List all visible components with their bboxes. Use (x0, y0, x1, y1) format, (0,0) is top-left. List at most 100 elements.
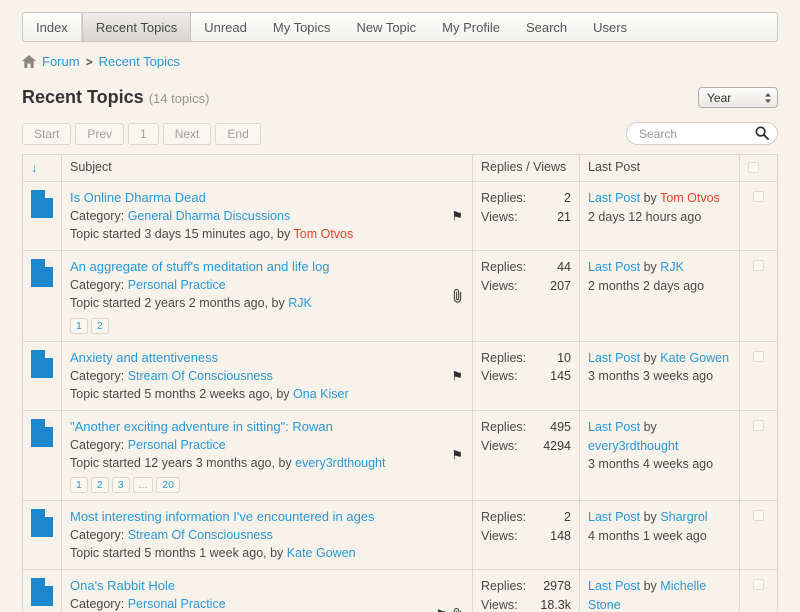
column-header-subject: Subject (62, 155, 473, 182)
pagination-end-button[interactable]: End (215, 123, 260, 145)
last-post-link[interactable]: Last Post (588, 579, 640, 593)
last-post-author-link[interactable]: every3rdthought (588, 439, 678, 453)
pagination-prev-button[interactable]: Prev (75, 123, 124, 145)
category-link[interactable]: Stream Of Consciousness (128, 528, 273, 542)
topic-page-icon (31, 350, 53, 383)
category-link[interactable]: Personal Practice (128, 438, 226, 452)
nav-tab-index[interactable]: Index (23, 13, 82, 41)
last-post-link[interactable]: Last Post (588, 260, 640, 274)
topic-select-checkbox[interactable] (753, 191, 764, 202)
breadcrumb-separator: > (86, 55, 93, 69)
topic-select-checkbox[interactable] (753, 351, 764, 362)
category-link[interactable]: Personal Practice (128, 597, 226, 611)
year-filter-select[interactable]: Year (698, 87, 778, 108)
nav-tab-new-topic[interactable]: New Topic (343, 13, 429, 41)
topic-row: An aggregate of stuff's meditation and l… (23, 251, 778, 341)
topic-select-checkbox[interactable] (753, 579, 764, 590)
replies-count: 10 (557, 349, 571, 368)
last-post-time: 4 months 1 week ago (588, 527, 731, 546)
topics-table: ↓ Subject Replies / Views Last Post Is O… (22, 154, 778, 612)
replies-count: 44 (557, 258, 571, 277)
flag-icon: ⚑ (451, 369, 463, 382)
column-header-last-post: Last Post (580, 155, 740, 182)
breadcrumb-current-link[interactable]: Recent Topics (99, 54, 180, 69)
topic-page-button[interactable]: 1 (70, 318, 88, 334)
topic-title-link[interactable]: "Another exciting adventure in sitting":… (70, 419, 333, 434)
table-header-row: ↓ Subject Replies / Views Last Post (23, 155, 778, 182)
search-button[interactable] (755, 126, 769, 143)
column-header-replies-views: Replies / Views (473, 155, 580, 182)
topic-title-link[interactable]: An aggregate of stuff's meditation and l… (70, 259, 330, 274)
nav-tab-recent-topics[interactable]: Recent Topics (82, 13, 191, 41)
topic-page-button[interactable]: 2 (91, 318, 109, 334)
nav-tab-search[interactable]: Search (513, 13, 580, 41)
sort-direction-icon[interactable]: ↓ (31, 160, 38, 175)
views-count: 18.3k (540, 596, 571, 612)
topic-title-link[interactable]: Is Online Dharma Dead (70, 190, 206, 205)
nav-tab-my-topics[interactable]: My Topics (260, 13, 344, 41)
pagination-start-button[interactable]: Start (22, 123, 71, 145)
page-title: Recent Topics (22, 87, 144, 107)
top-nav: Index Recent Topics Unread My Topics New… (22, 12, 778, 42)
replies-count: 2978 (543, 577, 571, 596)
topic-row: Most interesting information I've encoun… (23, 501, 778, 570)
last-post-link[interactable]: Last Post (588, 420, 640, 434)
topic-page-button[interactable]: 3 (112, 477, 130, 493)
select-all-checkbox[interactable] (748, 162, 759, 173)
last-post-time: 3 months 3 weeks ago (588, 367, 731, 386)
search-box (626, 122, 778, 145)
topic-pager: 1 2 3 ... 20 (70, 477, 432, 493)
topic-title-link[interactable]: Most interesting information I've encoun… (70, 509, 375, 524)
topic-row: Is Online Dharma Dead Category: General … (23, 182, 778, 251)
topic-author-link[interactable]: Tom Otvos (294, 227, 354, 241)
topic-title-link[interactable]: Anxiety and attentiveness (70, 350, 218, 365)
pagination-next-button[interactable]: Next (163, 123, 212, 145)
topic-page-ellipsis: ... (133, 477, 154, 493)
topic-page-button[interactable]: 1 (70, 477, 88, 493)
topic-select-checkbox[interactable] (753, 260, 764, 271)
last-post-time: 2 days 12 hours ago (588, 208, 731, 227)
home-icon[interactable] (22, 55, 36, 68)
topic-page-button[interactable]: 2 (91, 477, 109, 493)
attachment-icon (452, 607, 463, 612)
replies-count: 2 (564, 508, 571, 527)
topic-author-link[interactable]: every3rdthought (295, 456, 385, 470)
nav-tab-my-profile[interactable]: My Profile (429, 13, 513, 41)
replies-count: 495 (550, 418, 571, 437)
topic-title-link[interactable]: Ona's Rabbit Hole (70, 578, 175, 593)
category-link[interactable]: Personal Practice (128, 278, 226, 292)
select-arrows-icon (764, 92, 772, 104)
topic-row: "Another exciting adventure in sitting":… (23, 410, 778, 500)
last-post-author-link[interactable]: Shargrol (660, 510, 707, 524)
page-title-group: Recent Topics(14 topics) (22, 87, 209, 108)
topic-select-checkbox[interactable] (753, 510, 764, 521)
topic-page-icon (31, 419, 53, 452)
replies-count: 2 (564, 189, 571, 208)
last-post-link[interactable]: Last Post (588, 510, 640, 524)
year-filter-value: Year (707, 91, 731, 105)
category-link[interactable]: Stream Of Consciousness (128, 369, 273, 383)
nav-tab-users[interactable]: Users (580, 13, 640, 41)
views-count: 207 (550, 277, 571, 296)
search-icon (755, 126, 769, 140)
views-count: 148 (550, 527, 571, 546)
nav-tab-unread[interactable]: Unread (191, 13, 260, 41)
topic-select-checkbox[interactable] (753, 420, 764, 431)
pagination: Start Prev 1 Next End (22, 123, 261, 145)
topic-author-link[interactable]: Ona Kiser (293, 387, 349, 401)
topic-author-link[interactable]: RJK (288, 296, 312, 310)
topic-author-link[interactable]: Kate Gowen (287, 546, 356, 560)
last-post-time: 2 months 2 days ago (588, 277, 731, 296)
last-post-link[interactable]: Last Post (588, 191, 640, 205)
last-post-author-link[interactable]: Tom Otvos (660, 191, 720, 205)
topic-page-button[interactable]: 20 (156, 477, 180, 493)
flag-icon: ⚑ (435, 608, 447, 612)
last-post-author-link[interactable]: RJK (660, 260, 684, 274)
breadcrumb-forum-link[interactable]: Forum (42, 54, 80, 69)
topic-page-icon (31, 259, 53, 292)
pagination-page-1-button[interactable]: 1 (128, 123, 159, 145)
last-post-author-link[interactable]: Kate Gowen (660, 351, 729, 365)
category-link[interactable]: General Dharma Discussions (128, 209, 291, 223)
flag-icon: ⚑ (451, 210, 463, 223)
last-post-link[interactable]: Last Post (588, 351, 640, 365)
